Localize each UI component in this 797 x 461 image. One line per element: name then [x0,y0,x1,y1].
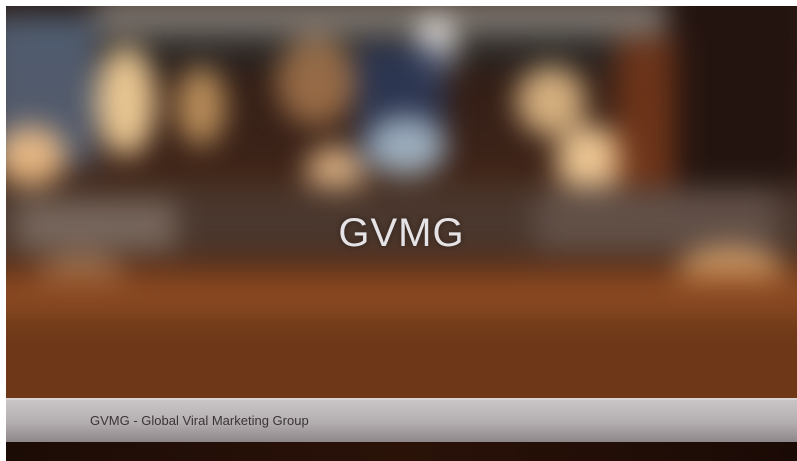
video-slide: GVMG GVMG - Global Viral Marketing Group [6,6,797,461]
hero-image: GVMG [6,6,797,398]
caption-text: GVMG - Global Viral Marketing Group [90,413,309,428]
blurred-background-image [6,6,797,398]
bottom-strip [6,442,797,461]
slide-title: GVMG [338,211,465,255]
caption-bar: GVMG - Global Viral Marketing Group [6,400,797,442]
